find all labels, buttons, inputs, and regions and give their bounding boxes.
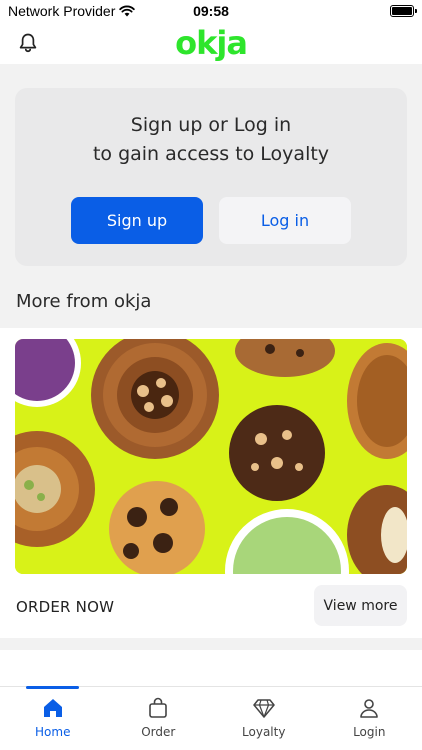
section-title: More from okja bbox=[16, 291, 152, 312]
loyalty-heading-line2: to gain access to Loyalty bbox=[92, 143, 330, 165]
nav-label-order: Order bbox=[141, 725, 176, 739]
status-bar: Network Provider 09:58 bbox=[0, 0, 422, 22]
loyalty-card: Sign up or Log in to gain access to Loya… bbox=[15, 88, 407, 266]
wifi-icon bbox=[119, 5, 136, 17]
carrier-label: Network Provider bbox=[8, 3, 116, 19]
diamond-icon bbox=[253, 699, 275, 718]
promo-image[interactable] bbox=[15, 339, 407, 574]
sign-up-button[interactable]: Sign up bbox=[71, 197, 203, 244]
status-left: Network Provider bbox=[8, 3, 136, 19]
view-more-button[interactable]: View more bbox=[314, 585, 407, 626]
loyalty-heading-line1: Sign up or Log in bbox=[130, 114, 292, 136]
pastries-illustration bbox=[15, 339, 407, 574]
bottom-nav: Home Order Loyalty Login bbox=[0, 686, 422, 750]
home-icon bbox=[43, 699, 62, 717]
promo-card[interactable]: ORDER NOW View more bbox=[0, 328, 422, 638]
bell-icon[interactable] bbox=[16, 31, 40, 55]
status-right bbox=[390, 5, 417, 17]
next-card bbox=[0, 650, 422, 686]
order-now-text[interactable]: ORDER NOW bbox=[16, 598, 114, 616]
log-in-button[interactable]: Log in bbox=[219, 197, 351, 244]
app-header: okja bbox=[0, 22, 422, 64]
bag-icon bbox=[149, 697, 168, 718]
nav-item-order[interactable]: Order bbox=[106, 687, 212, 750]
nav-item-loyalty[interactable]: Loyalty bbox=[211, 687, 317, 750]
brand-logo: okja bbox=[175, 24, 248, 62]
nav-label-home: Home bbox=[35, 725, 71, 739]
nav-label-login: Login bbox=[353, 725, 386, 739]
nav-item-login[interactable]: Login bbox=[317, 687, 422, 750]
battery-icon bbox=[390, 5, 417, 17]
person-icon bbox=[360, 699, 379, 718]
active-tab-indicator bbox=[26, 686, 79, 689]
battery-fill bbox=[392, 7, 412, 15]
nav-item-home[interactable]: Home bbox=[0, 686, 106, 750]
nav-label-loyalty: Loyalty bbox=[242, 725, 286, 739]
